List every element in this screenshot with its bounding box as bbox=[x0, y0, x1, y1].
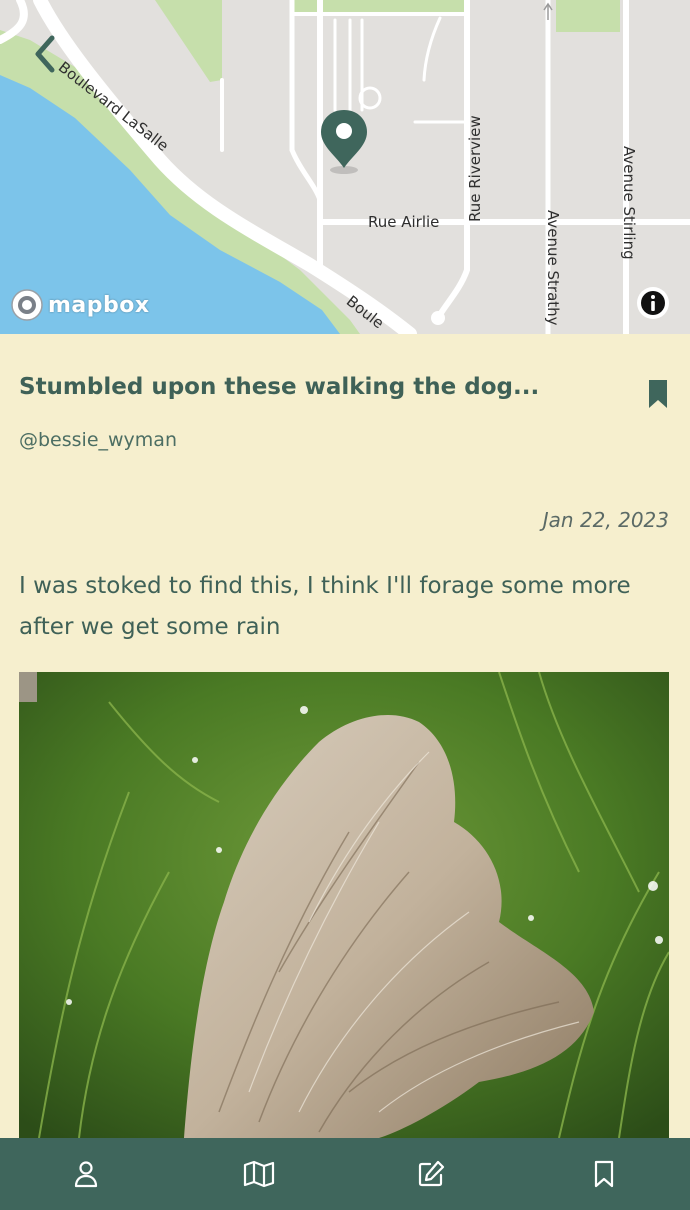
mapbox-wordmark: mapbox bbox=[48, 292, 150, 318]
post-body: I was stoked to find this, I think I'll … bbox=[19, 573, 631, 640]
back-button[interactable] bbox=[30, 34, 64, 74]
chevron-left-icon bbox=[35, 35, 55, 73]
map-view[interactable]: Boulevard LaSalle Boule Rue Airlie Rue R… bbox=[0, 0, 690, 334]
nav-bookmarks-button[interactable] bbox=[574, 1144, 634, 1204]
bookmark-button[interactable] bbox=[645, 378, 671, 410]
map-pin-marker[interactable] bbox=[318, 108, 370, 178]
map-icon bbox=[243, 1160, 274, 1188]
pampas-grass-photo bbox=[19, 672, 669, 1138]
nav-profile-button[interactable] bbox=[56, 1144, 116, 1204]
nav-map-button[interactable] bbox=[229, 1144, 289, 1204]
street-label-rue-riverview: Rue Riverview bbox=[466, 115, 484, 222]
edit-icon bbox=[419, 1160, 445, 1187]
user-icon bbox=[75, 1161, 98, 1188]
info-icon bbox=[641, 291, 665, 315]
map-pin-icon bbox=[321, 110, 367, 174]
street-label-rue-airlie: Rue Airlie bbox=[368, 213, 440, 231]
bookmark-filled-icon bbox=[649, 380, 667, 408]
mapbox-attribution[interactable]: mapbox bbox=[10, 288, 150, 322]
bookmark-icon bbox=[594, 1160, 613, 1188]
street-label-avenue-stirling: Avenue Stirling bbox=[620, 146, 638, 260]
post-date: Jan 22, 2023 bbox=[542, 508, 669, 532]
post-photo[interactable] bbox=[19, 672, 669, 1138]
nav-create-post-button[interactable] bbox=[401, 1144, 461, 1204]
map-info-button[interactable] bbox=[637, 287, 669, 319]
post-title: Stumbled upon these walking the dog... bbox=[19, 374, 540, 400]
street-label-avenue-strathy: Avenue Strathy bbox=[544, 210, 562, 326]
post-author[interactable]: @bessie_wyman bbox=[19, 429, 177, 451]
mapbox-logo-icon bbox=[11, 289, 43, 321]
bottom-nav-bar bbox=[0, 1138, 690, 1210]
